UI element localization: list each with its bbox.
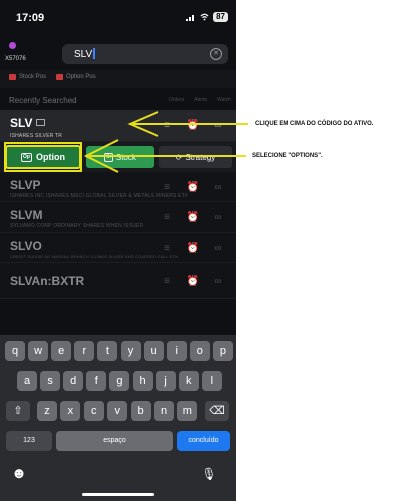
- tutorial-canvas: 17:09 87 X57076 SLV ✕ Stock Pos Option P…: [0, 0, 416, 501]
- arrow-to-option: [83, 139, 246, 173]
- annotation-layer: [4, 111, 248, 173]
- arrow-to-ticker: [127, 111, 248, 137]
- option-highlight-box: [4, 142, 82, 172]
- annotation-tap-ticker: CLIQUE EM CIMA DO CÓDIGO DO ATIVO.: [255, 121, 374, 127]
- annotation-select-option: SELECIONE "OPTIONS".: [252, 153, 323, 159]
